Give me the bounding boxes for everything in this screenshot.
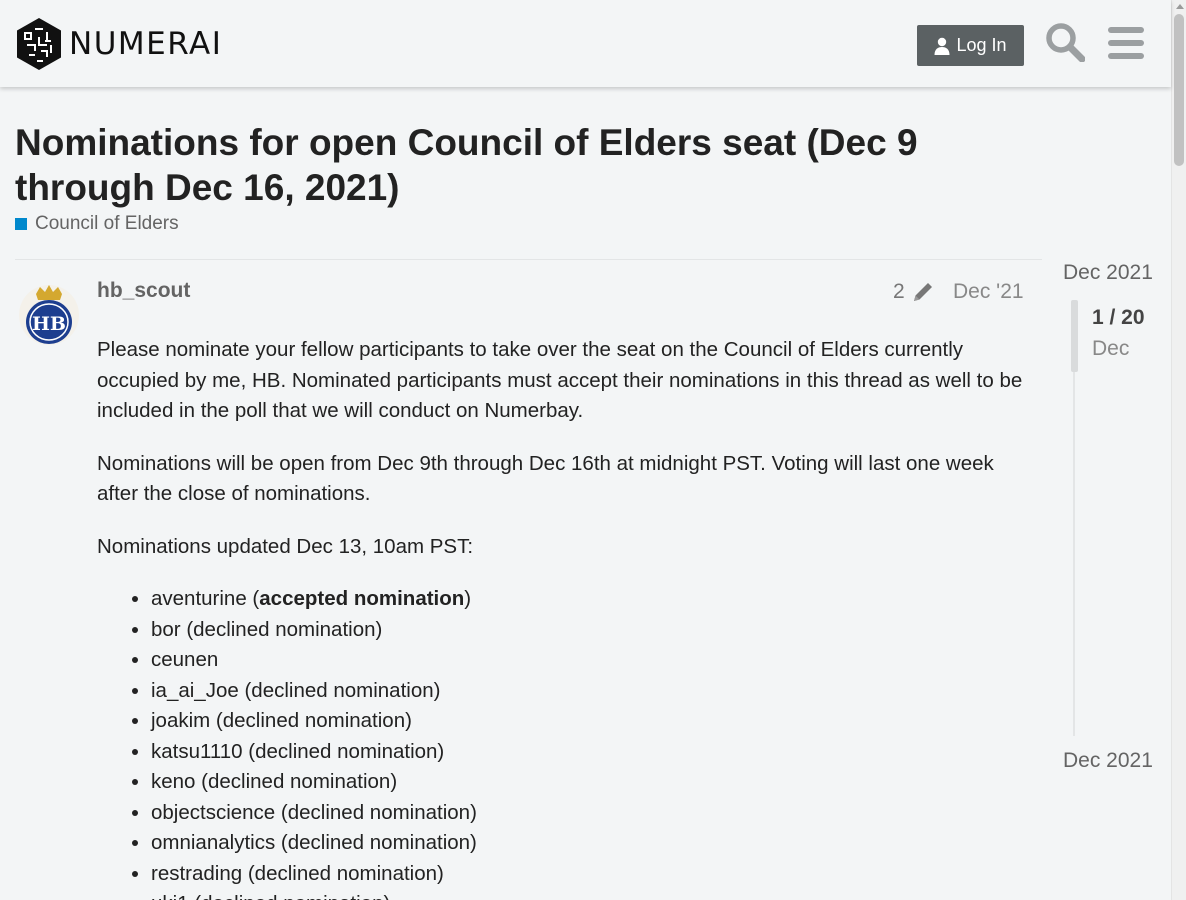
list-item: joakim (declined nomination) <box>151 706 1037 737</box>
site-header: NUMERAI Log In <box>0 0 1171 87</box>
nominee-suffix: ) <box>464 587 472 610</box>
post-paragraph: Please nominate your fellow participants… <box>97 338 1023 422</box>
timeline-handle[interactable] <box>1071 300 1078 372</box>
nominee-name: objectscience (declined nomination) <box>151 800 477 824</box>
post-date[interactable]: Dec '21 <box>953 280 1024 304</box>
list-item: omnianalytics (declined nomination) <box>151 828 1037 859</box>
timeline-end-date[interactable]: Dec 2021 <box>1063 749 1153 773</box>
nominee-list: aventurine (accepted nomination) bor (de… <box>151 584 1037 900</box>
nominee-status: accepted nomination <box>259 587 465 610</box>
logo-icon <box>17 18 61 70</box>
post-body: Please nominate your fellow participants… <box>97 335 1037 900</box>
post-paragraph: Nominations updated Dec 13, 10am PST: <box>97 534 474 558</box>
edit-history-button[interactable]: 2 <box>893 280 935 304</box>
divider <box>15 259 1042 260</box>
timeline-start-date[interactable]: Dec 2021 <box>1063 261 1153 285</box>
category-label: Council of Elders <box>35 213 179 234</box>
nominee-name: ceunen <box>151 648 219 671</box>
site-logo[interactable]: NUMERAI <box>15 17 222 71</box>
nominee-name: keno (declined nomination) <box>151 770 398 793</box>
scroll-up-icon[interactable] <box>1176 4 1184 9</box>
logo-wordmark: NUMERAI <box>69 26 223 62</box>
list-item: uki1 (declined nomination) <box>151 889 1037 900</box>
scroll-thumb[interactable] <box>1174 14 1184 166</box>
list-item: objectscience (declined nomination) <box>151 798 1037 829</box>
nominee-name: bor (declined nomination) <box>151 617 383 641</box>
user-icon <box>934 37 950 55</box>
search-icon[interactable] <box>1045 22 1085 62</box>
nominee-name: omnianalytics (declined nomination) <box>151 831 477 854</box>
login-button[interactable]: Log In <box>917 25 1024 66</box>
nominee-name: katsu1110 (declined nomination) <box>151 739 445 763</box>
pencil-icon <box>913 283 932 301</box>
list-item: ia_ai_Joe (declined nomination) <box>151 676 1037 707</box>
timeline-month: Dec <box>1092 337 1130 360</box>
post-username[interactable]: hb_scout <box>97 279 190 303</box>
list-item: aventurine (accepted nomination) <box>151 584 1037 615</box>
list-item: keno (declined nomination) <box>151 767 1037 798</box>
page-scrollbar[interactable] <box>1171 0 1186 900</box>
menu-icon[interactable] <box>1108 26 1144 60</box>
login-label: Log In <box>956 35 1007 55</box>
nominee-name: restrading (declined nomination) <box>151 861 444 885</box>
timeline-position: 1 / 20 <box>1092 306 1145 329</box>
list-item: bor (declined nomination) <box>151 615 1037 646</box>
edit-count: 2 <box>893 280 905 303</box>
post-paragraph: Nominations will be open from Dec 9th th… <box>97 451 994 506</box>
svg-text:HB: HB <box>32 313 66 335</box>
nominee-name: ia_ai_Joe (declined nomination) <box>151 678 441 702</box>
category-link[interactable]: Council of Elders <box>15 213 179 235</box>
nominee-name: uki1 (declined nomination) <box>151 892 390 900</box>
avatar[interactable]: HB <box>18 282 80 348</box>
list-item: restrading (declined nomination) <box>151 859 1037 890</box>
topic-title[interactable]: Nominations for open Council of Elders s… <box>15 120 975 210</box>
nominee-name: aventurine ( <box>151 587 260 610</box>
nominee-name: joakim (declined nomination) <box>151 709 412 732</box>
list-item: ceunen <box>151 645 1037 676</box>
list-item: katsu1110 (declined nomination) <box>151 737 1037 768</box>
category-badge-icon <box>15 218 27 230</box>
